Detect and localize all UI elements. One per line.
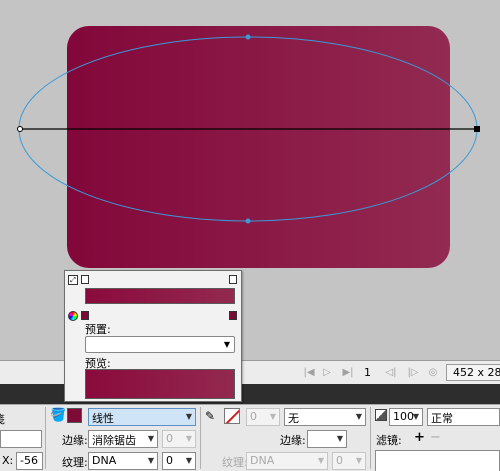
fill-edge-select[interactable]: 消除锯齿 ▼: [88, 430, 158, 448]
opacity-stop-left[interactable]: [81, 275, 89, 284]
fill-texture-amount[interactable]: 0 ▼: [162, 452, 196, 470]
last-frame-icon[interactable]: ▶|: [341, 366, 355, 380]
preset-label: 预置:: [85, 323, 111, 336]
opacity-select[interactable]: 100 ▼: [389, 408, 423, 426]
first-frame-icon[interactable]: |◀: [302, 366, 316, 380]
separator: [370, 407, 371, 469]
fill-type-select[interactable]: 线性 ▼: [88, 408, 196, 426]
x-label: X:: [2, 454, 14, 467]
stroke-texture-label: 纹理:: [222, 456, 248, 469]
cropped-field[interactable]: [0, 430, 42, 448]
fill-edge-amount[interactable]: 0 ▼: [162, 430, 196, 448]
separator: [45, 407, 46, 469]
fill-color-swatch[interactable]: [67, 408, 82, 423]
color-stop-right[interactable]: [229, 311, 237, 320]
x-input[interactable]: -56: [16, 452, 43, 470]
preset-select[interactable]: ▼: [85, 336, 235, 353]
chevron-down-icon: ▼: [185, 456, 192, 465]
separator: [200, 407, 201, 469]
opacity-stop-right[interactable]: [229, 275, 237, 284]
color-stop-left[interactable]: [81, 311, 89, 320]
chevron-down-icon: ▼: [412, 412, 419, 421]
stroke-color-swatch[interactable]: [224, 408, 240, 424]
stroke-style-value: 无: [288, 412, 299, 425]
chevron-down-icon: ▼: [185, 412, 192, 421]
stroke-edge-amount[interactable]: ▼: [307, 430, 347, 448]
stroke-edge-label: 边缘:: [280, 434, 306, 447]
fill-type-value: 线性: [92, 412, 114, 425]
chevron-down-icon: ▼: [355, 412, 362, 421]
no-stroke-icon: [225, 409, 239, 423]
color-picker-icon[interactable]: [68, 311, 78, 321]
gradient-ramp[interactable]: [85, 288, 235, 304]
stroke-texture-amount-value: 0: [336, 454, 343, 467]
fill-texture-amount-value: 0: [166, 454, 173, 467]
stroke-texture-value: DNA: [250, 454, 275, 467]
path-point-bottom[interactable]: [245, 218, 251, 224]
chevron-down-icon: ▼: [317, 456, 324, 465]
add-filter-icon[interactable]: +: [414, 430, 425, 445]
chevron-down-icon: ▼: [269, 412, 276, 421]
properties-panel: 笺 X: -56 🪣 线性 ▼ 边缘: 消除锯齿 ▼ 0 ▼ 纹理: DNA ▼…: [0, 404, 500, 471]
opacity-value: 100: [393, 410, 414, 423]
filters-label: 滤镜:: [376, 434, 402, 447]
chevron-down-icon: ▼: [185, 434, 192, 443]
reverse-gradient-icon[interactable]: ⤢: [68, 275, 78, 285]
stroke-size-value: 0: [250, 410, 257, 423]
previous-frame-icon[interactable]: ◁|: [384, 366, 398, 380]
blend-mode-value: 正常: [431, 412, 453, 425]
chevron-down-icon: ▼: [147, 456, 154, 465]
gradient-preview: [85, 369, 235, 399]
chevron-down-icon: ▼: [147, 434, 154, 443]
chevron-down-icon: ▼: [355, 456, 362, 465]
gradient-editor-popup: ⤢ 预置: ▼ 预览:: [64, 270, 242, 402]
stroke-texture-select[interactable]: DNA ▼: [246, 452, 328, 470]
stop-icon[interactable]: ◎: [426, 366, 440, 380]
pencil-icon: ✎: [205, 409, 216, 423]
next-frame-icon[interactable]: |▷: [406, 366, 420, 380]
cropped-label-icon: 笺: [0, 411, 5, 427]
fill-texture-select[interactable]: DNA ▼: [88, 452, 158, 470]
chevron-down-icon: ▼: [336, 434, 343, 443]
filters-list[interactable]: [375, 450, 500, 471]
stroke-style-select[interactable]: 无 ▼: [284, 408, 366, 426]
fill-edge-label: 边缘:: [62, 434, 88, 447]
stroke-texture-amount[interactable]: 0 ▼: [332, 452, 366, 470]
remove-filter-icon[interactable]: −: [430, 430, 441, 445]
fill-texture-label: 纹理:: [62, 456, 88, 469]
stroke-size-select[interactable]: 0 ▼: [246, 408, 280, 426]
fill-edge-amount-value: 0: [166, 432, 173, 445]
gradient-end-handle[interactable]: [474, 126, 480, 132]
play-icon[interactable]: ▷: [320, 366, 334, 380]
fill-texture-value: DNA: [92, 454, 117, 467]
path-point-top[interactable]: [245, 34, 251, 40]
fill-edge-value: 消除锯齿: [92, 434, 136, 447]
opacity-icon: [375, 409, 387, 421]
fill-bucket-icon: 🪣: [50, 408, 67, 423]
gradient-start-handle[interactable]: [17, 126, 23, 132]
chevron-down-icon: ▼: [223, 340, 230, 349]
current-frame: 1: [364, 366, 371, 379]
rounded-rectangle-shape[interactable]: [67, 26, 450, 268]
blend-mode-select[interactable]: 正常: [427, 408, 500, 426]
document-size: 452 x 282: [446, 364, 500, 381]
